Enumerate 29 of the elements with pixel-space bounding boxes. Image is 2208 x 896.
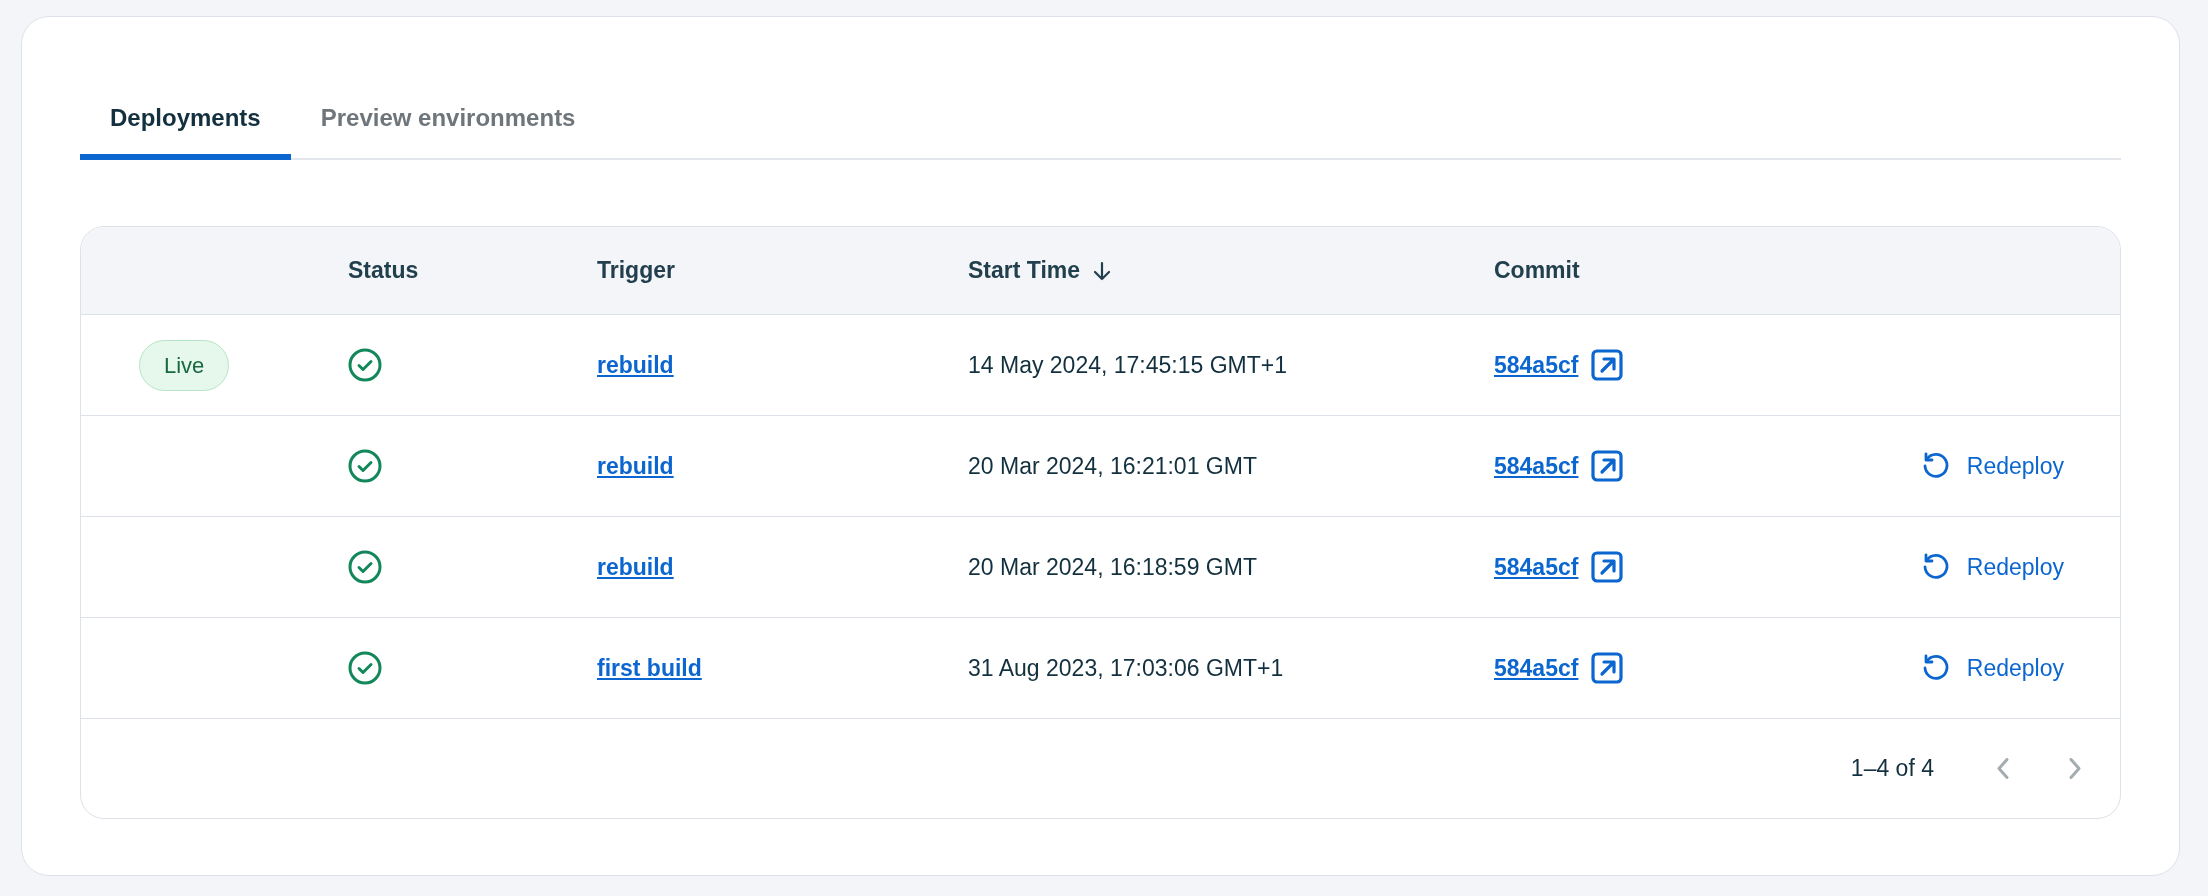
redeploy-button[interactable]: Redeploy	[1920, 549, 2064, 585]
trigger-link[interactable]: rebuild	[597, 452, 674, 479]
external-link-icon[interactable]	[1590, 550, 1625, 584]
external-link-icon[interactable]	[1590, 449, 1625, 483]
commit-link[interactable]: 584a5cf	[1494, 347, 1579, 383]
column-header: Commit	[1494, 256, 1580, 286]
trigger-link[interactable]: first build	[597, 654, 702, 681]
trigger-link[interactable]: rebuild	[597, 553, 674, 580]
external-link-icon[interactable]	[1590, 651, 1625, 685]
column-header: Trigger	[597, 256, 675, 286]
page-range: 1–4 of 4	[1850, 754, 1934, 784]
tab[interactable]: Preview environments	[290, 77, 606, 160]
redeploy-button[interactable]: Redeploy	[1920, 448, 2064, 484]
redeploy-button[interactable]: Redeploy	[1920, 650, 2064, 686]
chevron-right-icon	[2067, 758, 2081, 779]
chevron-left-icon	[1997, 758, 2011, 779]
commit-link[interactable]: 584a5cf	[1494, 549, 1579, 585]
external-link-icon[interactable]	[1590, 348, 1625, 382]
start-time: 14 May 2024, 17:45:15 GMT+1	[968, 351, 1287, 378]
start-time: 31 Aug 2023, 17:03:06 GMT+1	[968, 654, 1284, 681]
tab[interactable]: Deployments	[80, 77, 291, 160]
column-header: Status	[348, 256, 419, 286]
column-header: Start Time	[968, 256, 1081, 286]
commit-link[interactable]: 584a5cf	[1494, 448, 1579, 484]
start-time: 20 Mar 2024, 16:18:59 GMT	[968, 553, 1257, 580]
start-time: 20 Mar 2024, 16:21:01 GMT	[968, 452, 1257, 479]
commit-link[interactable]: 584a5cf	[1494, 650, 1579, 686]
trigger-link[interactable]: rebuild	[597, 351, 674, 378]
live-badge: Live	[139, 339, 230, 391]
